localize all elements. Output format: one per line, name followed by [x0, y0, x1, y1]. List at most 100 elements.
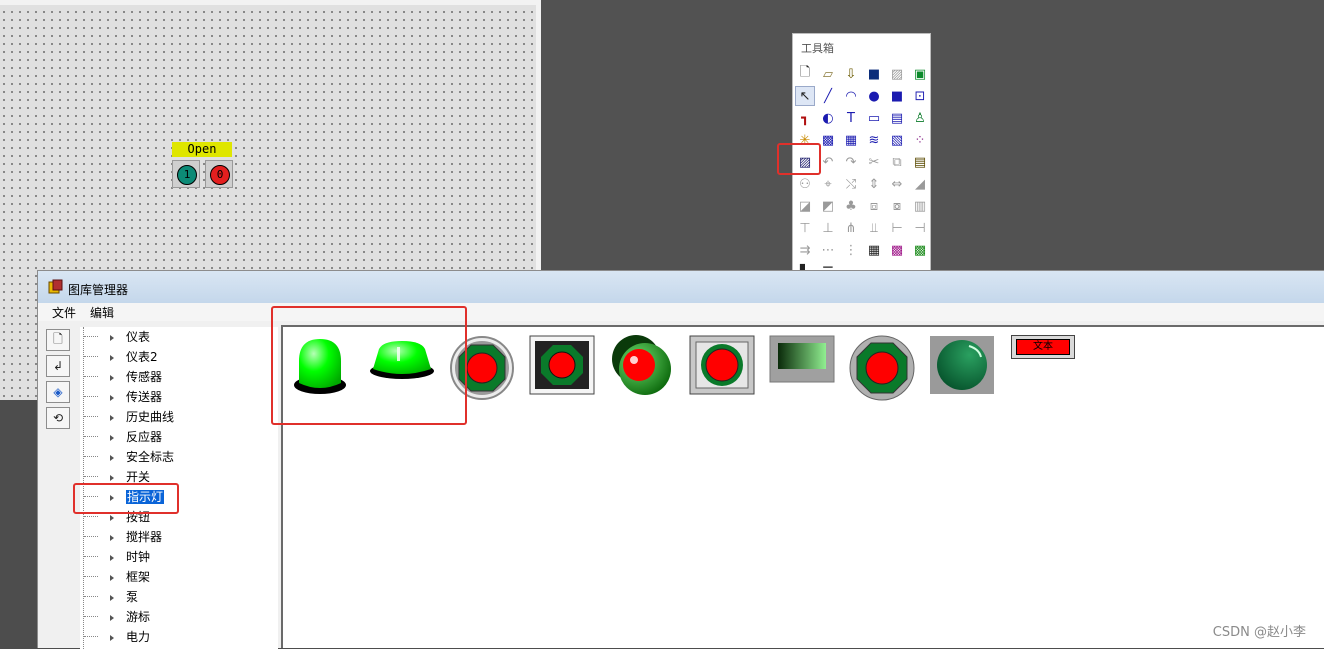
dark-green-lamp[interactable] — [929, 335, 995, 395]
flip-vertical-icon[interactable]: ⇕ — [864, 174, 884, 194]
layer-up-icon[interactable]: ⧈ — [864, 196, 884, 216]
red-button-octagon[interactable] — [849, 335, 915, 401]
bring-front-icon[interactable]: ◪ — [795, 196, 815, 216]
lamps-highlight — [271, 306, 467, 425]
tree-item-label: 时钟 — [126, 550, 151, 564]
grid-icon[interactable]: ▦ — [864, 240, 884, 260]
off-button[interactable]: 0 — [205, 160, 233, 188]
undo-icon[interactable]: ↶ — [818, 152, 838, 172]
tree-item[interactable]: 仪表2 — [84, 347, 158, 367]
tree-item[interactable]: 传感器 — [84, 367, 163, 387]
tree-item[interactable]: 电力 — [84, 627, 151, 647]
align-top-icon[interactable]: ⊤ — [795, 218, 815, 238]
chart-icon[interactable]: ▧ — [887, 130, 907, 150]
ungroup-icon[interactable]: ⌖ — [818, 174, 838, 194]
distribute-icon[interactable]: ⇉ — [795, 240, 815, 260]
tree-item-label: 历史曲线 — [126, 410, 175, 424]
redo-icon[interactable]: ↷ — [841, 152, 861, 172]
rename-icon[interactable]: ↲ — [46, 355, 70, 377]
gallery-manager-window: 图库管理器 文件 编辑 🗋 ↲ ◈ ⟲ 仪表 仪表2 传感器 传送器 历史曲线 … — [37, 270, 1324, 649]
menu-edit[interactable]: 编辑 — [90, 304, 114, 321]
flow-icon[interactable]: ♙ — [910, 108, 930, 128]
color-palette-icon[interactable]: ▩ — [887, 240, 907, 260]
flip-horizontal-icon[interactable]: ⇔ — [887, 174, 907, 194]
vertical-dots-icon[interactable]: ⋮ — [841, 240, 861, 260]
tree-item[interactable]: 泵 — [84, 587, 138, 607]
layer-down-icon[interactable]: ⧇ — [887, 196, 907, 216]
rotate-icon[interactable]: ⤭ — [841, 174, 861, 194]
line-icon[interactable]: ╱ — [818, 86, 838, 106]
import-icon[interactable]: ⇩ — [841, 64, 861, 84]
watermark: CSDN @赵小李 — [1212, 625, 1306, 640]
columns-icon[interactable]: ▥ — [910, 196, 930, 216]
window-title: 图库管理器 — [68, 283, 129, 297]
window-titlebar[interactable]: 图库管理器 — [38, 271, 1324, 303]
tree-item-label: 传送器 — [126, 390, 163, 404]
arc-icon[interactable]: ◠ — [841, 86, 861, 106]
align-bottom-icon[interactable]: ⊥ — [818, 218, 838, 238]
library-icon[interactable]: ◈ — [46, 381, 70, 403]
text-indicator[interactable]: 文本 — [1011, 335, 1075, 359]
workspace-background — [541, 0, 1324, 270]
pie-icon[interactable]: ◐ — [818, 108, 838, 128]
tree-item[interactable]: 安全标志 — [84, 447, 175, 467]
pipe-icon[interactable]: ┓ — [795, 108, 815, 128]
tree-item[interactable]: 反应器 — [84, 427, 163, 447]
rectangle-icon[interactable]: ■ — [887, 86, 907, 106]
on-button-label: 1 — [177, 165, 197, 185]
open-label[interactable]: Open — [172, 142, 232, 157]
tree-item[interactable]: 历史曲线 — [84, 407, 175, 427]
align-right-icon[interactable]: ⊣ — [910, 218, 930, 238]
tree-item-label: 电力 — [126, 630, 151, 644]
tree-item[interactable]: 游标 — [84, 607, 151, 627]
copy-icon[interactable]: ⧉ — [887, 152, 907, 172]
open-folder-icon[interactable]: ▱ — [818, 64, 838, 84]
text-icon[interactable]: T — [841, 108, 861, 128]
picture-icon[interactable]: ▦ — [841, 130, 861, 150]
tree-item-label: 仪表 — [126, 330, 151, 344]
tree-item-label: 安全标志 — [126, 450, 175, 464]
cut-icon[interactable]: ✂ — [864, 152, 884, 172]
gradient-indicator[interactable] — [769, 335, 835, 383]
menu-file[interactable]: 文件 — [52, 304, 76, 321]
curve-icon[interactable]: ≋ — [864, 130, 884, 150]
ellipse-icon[interactable]: ● — [864, 86, 884, 106]
mirror-icon[interactable]: ◢ — [910, 174, 930, 194]
polyline-icon[interactable]: ⊡ — [910, 86, 930, 106]
scatter-icon[interactable]: ⁘ — [910, 130, 930, 150]
group-icon[interactable]: ⚇ — [795, 174, 815, 194]
red-lamp-green-base[interactable] — [609, 333, 675, 399]
pattern-icon[interactable]: ▩ — [910, 240, 930, 260]
tree-item-label: 传感器 — [126, 370, 163, 384]
preview-icon[interactable]: ▨ — [887, 64, 907, 84]
tree-icon[interactable]: ♣ — [841, 196, 861, 216]
align-middle-icon[interactable]: ⫫ — [864, 218, 884, 238]
paste-icon[interactable]: ▤ — [910, 152, 930, 172]
align-left-icon[interactable]: ⊢ — [887, 218, 907, 238]
save-icon[interactable]: ■ — [864, 64, 884, 84]
new-file-icon[interactable]: 🗋 — [795, 64, 815, 84]
input-box-icon[interactable]: ▤ — [887, 108, 907, 128]
tree-item[interactable]: 仪表 — [84, 327, 151, 347]
pointer-icon[interactable]: ↖ — [795, 86, 815, 106]
new-icon[interactable]: 🗋 — [46, 329, 70, 351]
tree-item[interactable]: 框架 — [84, 567, 150, 587]
side-toolbar: 🗋 ↲ ◈ ⟲ — [46, 329, 72, 433]
tree-item[interactable]: 传送器 — [84, 387, 163, 407]
tree-item[interactable]: 搅拌器 — [84, 527, 162, 547]
send-back-icon[interactable]: ◩ — [818, 196, 838, 216]
image-icon[interactable]: ▣ — [910, 64, 930, 84]
rounded-rect-icon[interactable]: ▭ — [864, 108, 884, 128]
red-button-square[interactable] — [529, 335, 595, 395]
tree-item-label: 反应器 — [126, 430, 163, 444]
bitmap-icon[interactable]: ▩ — [818, 130, 838, 150]
on-button[interactable]: 1 — [172, 160, 200, 188]
canvas-top-border — [0, 0, 541, 5]
tree-item-label: 游标 — [126, 610, 151, 624]
tree-item[interactable]: 时钟 — [84, 547, 151, 567]
align-center-icon[interactable]: ⋔ — [841, 218, 861, 238]
dotted-line-icon[interactable]: ⋯ — [818, 240, 838, 260]
refresh-icon[interactable]: ⟲ — [46, 407, 70, 429]
text-indicator-label: 文本 — [1016, 339, 1070, 355]
red-button-flat[interactable] — [689, 335, 755, 395]
